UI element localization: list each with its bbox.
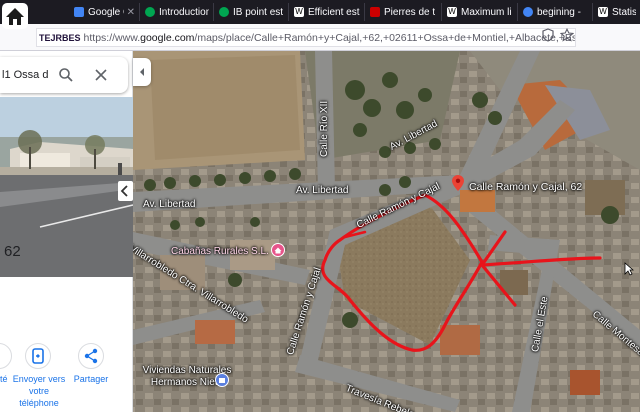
tab-label: Maximum li bbox=[461, 6, 512, 18]
share-label[interactable]: Partager bbox=[70, 373, 112, 385]
place-label[interactable]: Viviendas Naturales Hermanos Nieto bbox=[133, 365, 247, 389]
street-label: Calle Río XII bbox=[319, 100, 330, 157]
leaf-icon bbox=[219, 7, 229, 17]
satellite-map[interactable]: Av. Libertad Av. Libertad Av. Libertad C… bbox=[133, 51, 640, 412]
send-to-phone-icon bbox=[32, 348, 44, 364]
google-icon bbox=[523, 7, 533, 17]
shop-icon[interactable] bbox=[215, 373, 229, 387]
tab-statist[interactable]: W Statist bbox=[594, 3, 640, 21]
partial-action-button[interactable] bbox=[0, 343, 12, 369]
close-tab-icon[interactable]: ✕ bbox=[127, 7, 135, 18]
google-icon bbox=[74, 7, 84, 17]
send-to-phone-button[interactable] bbox=[25, 343, 51, 369]
street-label: Av. Libertad bbox=[143, 199, 196, 210]
tab-maximum[interactable]: W Maximum li bbox=[443, 3, 518, 21]
tracking-shield-icon[interactable] bbox=[541, 28, 555, 42]
tab-label: Pierres de t bbox=[384, 6, 436, 18]
back-arrow-icon[interactable] bbox=[118, 181, 133, 201]
share-button[interactable] bbox=[78, 343, 104, 369]
satellite-imagery bbox=[133, 51, 640, 412]
partial-action-label: té bbox=[0, 374, 8, 384]
chevron-left-icon bbox=[140, 68, 144, 76]
browser-tab-bar: Google Co ✕ Introduction IB point est W … bbox=[0, 0, 640, 24]
search-icon[interactable] bbox=[58, 67, 74, 83]
street-label: Av. Libertad bbox=[296, 185, 349, 196]
home-icon[interactable] bbox=[2, 3, 28, 29]
share-icon bbox=[84, 348, 98, 364]
bookmark-star-icon[interactable] bbox=[560, 28, 574, 42]
location-pin-icon[interactable] bbox=[452, 175, 464, 191]
tab-google-contacts[interactable]: Google Co ✕ bbox=[70, 3, 140, 21]
place-side-panel: l1 Ossa de bbox=[0, 51, 133, 412]
wikipedia-icon: W bbox=[294, 7, 304, 17]
collapse-panel-button[interactable] bbox=[133, 58, 151, 86]
wikipedia-icon: W bbox=[598, 7, 608, 17]
tab-label: Google Co bbox=[88, 6, 124, 18]
clear-search-icon[interactable] bbox=[94, 68, 108, 82]
bookmark-icon bbox=[370, 7, 380, 17]
send-to-phone-label[interactable]: Envoyer vers votre téléphone bbox=[10, 373, 68, 409]
search-input[interactable]: l1 Ossa de bbox=[2, 69, 48, 81]
url-badge: TEJRBES bbox=[39, 32, 81, 43]
url-prefix: https://www. bbox=[83, 31, 141, 44]
tab-label: Statist bbox=[612, 6, 636, 18]
tab-introduction[interactable]: Introduction bbox=[141, 3, 214, 21]
place-title: 62 bbox=[4, 243, 21, 260]
tab-label: Introduction bbox=[159, 6, 209, 18]
tab-ib-point[interactable]: IB point est bbox=[215, 3, 289, 21]
tab-label: Efficient est bbox=[308, 6, 360, 18]
maps-search-box[interactable]: l1 Ossa de bbox=[0, 57, 128, 93]
place-label[interactable]: Cabañas Rurales S.L. bbox=[171, 246, 269, 257]
tab-label: IB point est bbox=[233, 6, 284, 18]
browser-nav-bar: TEJRBES https://www. google.com/maps/plac… bbox=[0, 24, 640, 51]
tab-begining[interactable]: begining - bbox=[519, 3, 593, 21]
tab-efficient[interactable]: W Efficient est bbox=[290, 3, 365, 21]
tab-pierres[interactable]: Pierres de t bbox=[366, 3, 442, 21]
url-path: /maps/place/Calle+Ramón+y+Cajal,+62,+026… bbox=[194, 31, 576, 44]
wikipedia-icon: W bbox=[447, 7, 457, 17]
leaf-icon bbox=[145, 7, 155, 17]
url-domain: google.com bbox=[140, 31, 195, 44]
mouse-cursor-icon bbox=[624, 262, 634, 276]
address-bar[interactable]: TEJRBES https://www. google.com/maps/plac… bbox=[36, 28, 576, 47]
lodging-icon[interactable] bbox=[271, 243, 285, 257]
tab-label: begining - bbox=[537, 6, 581, 18]
selected-place-label[interactable]: Calle Ramón y Cajal, 62 bbox=[469, 181, 582, 193]
